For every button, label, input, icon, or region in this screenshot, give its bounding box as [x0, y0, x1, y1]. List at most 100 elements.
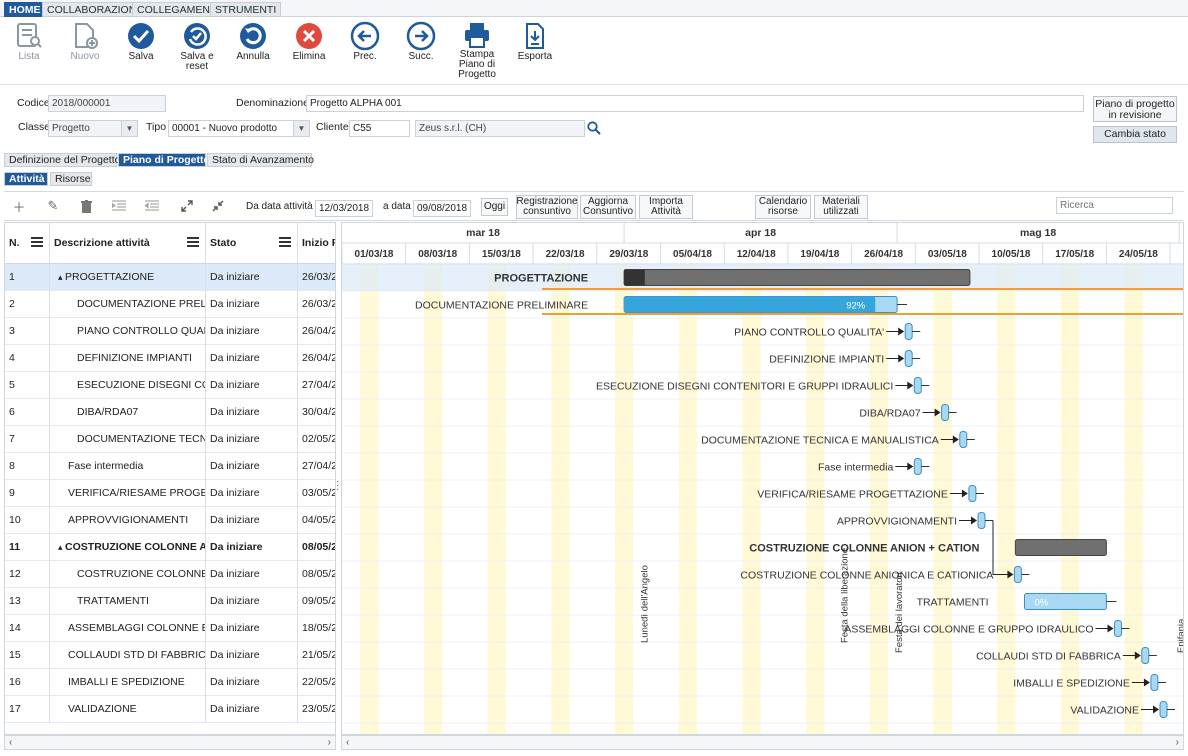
table-row[interactable]: 15 COLLAUDI STD DI FABBRICA Da iniziare 21/… [5, 642, 335, 669]
summary-bar[interactable] [623, 269, 971, 286]
table-row[interactable]: 5 ESECUZIONE DISEGNI CONTE Da iniziare 27/0… [5, 372, 335, 399]
cell-n-text: 14 [9, 622, 21, 634]
salva-reset-button[interactable]: Salva e reset [170, 20, 224, 72]
main-toolbar: Lista Nuovo Salva Salva e reset Annulla … [0, 17, 1188, 85]
milestone-bar[interactable] [913, 377, 922, 394]
col-n[interactable]: N. [5, 223, 50, 263]
column-menu-icon[interactable] [279, 237, 291, 247]
weekend-band [615, 264, 625, 734]
scroll-left-icon[interactable]: ‹ [346, 737, 349, 748]
tab-strumenti[interactable]: STRUMENTI [210, 2, 282, 17]
table-row[interactable]: 12 COSTRUZIONE COLONNE AN Da iniziare 08/05… [5, 561, 335, 588]
splitter-handle[interactable]: · · · [336, 477, 340, 495]
tab-piano[interactable]: Piano di Progetto [118, 153, 210, 167]
outdent-icon[interactable] [143, 197, 161, 215]
table-row[interactable]: 3 PIANO CONTROLLO QUALITÀ Da iniziare 26/04… [5, 318, 335, 345]
esporta-button[interactable]: Esporta [508, 20, 562, 62]
cell-stato-text: Da iniziare [210, 514, 260, 526]
da-data-field[interactable]: 12/03/2018 [315, 200, 373, 217]
cell-descrizione-text: DOCUMENTAZIONE PRELIMI [77, 298, 206, 310]
tab-definizione[interactable]: Definizione del Progetto [4, 153, 121, 167]
cell-descrizione-text: DIBA/RDA07 [77, 406, 139, 418]
annulla-button[interactable]: Annulla [226, 20, 280, 62]
table-row[interactable]: 2 DOCUMENTAZIONE PRELIMI Da iniziare 26/03/… [5, 291, 335, 318]
codice-field[interactable]: 2018/000001 [48, 95, 166, 112]
tab-home[interactable]: HOME [4, 2, 46, 17]
milestone-bar[interactable] [1114, 620, 1122, 637]
indent-icon[interactable] [110, 197, 128, 215]
classe-select[interactable]: Progetto ▼ [48, 120, 138, 137]
tab-risorse[interactable]: Risorse [50, 172, 92, 186]
elimina-button[interactable]: Elimina [282, 20, 336, 62]
milestone-bar[interactable] [959, 431, 968, 448]
column-menu-icon[interactable] [31, 237, 43, 247]
registrazione-consuntivo-button[interactable]: Registrazione consuntivo [516, 195, 578, 219]
cell-n: 11 [5, 534, 50, 561]
salva-button[interactable]: Salva [114, 20, 168, 62]
aggiorna-consuntivo-button[interactable]: Aggiorna Consuntivo [580, 195, 636, 219]
scroll-left-icon[interactable]: ‹ [9, 737, 12, 748]
gantt-scrollbar[interactable]: ‹ › [341, 735, 1184, 750]
col-descrizione[interactable]: Descrizione attività [50, 223, 206, 263]
col-stato[interactable]: Stato [206, 223, 298, 263]
collapse-toggle-icon[interactable]: ▴ [58, 272, 65, 282]
denominazione-field[interactable]: Progetto ALPHA 001 [306, 95, 1084, 112]
cliente-code-field[interactable]: C55 [349, 120, 410, 137]
expand-icon[interactable] [178, 197, 196, 215]
materiali-utilizzati-button[interactable]: Materiali utilizzati [814, 195, 868, 219]
week-label: 17/05/18 [1055, 249, 1094, 260]
succ-button[interactable]: Succ. [394, 20, 448, 62]
lista-button[interactable]: Lista [2, 20, 56, 62]
grid-scrollbar[interactable]: ‹ › [4, 735, 336, 750]
column-menu-icon[interactable] [187, 237, 199, 247]
milestone-bar[interactable] [904, 350, 913, 367]
stampa-button[interactable]: Stampa Piano di Progetto [450, 20, 504, 80]
table-row[interactable]: 4 DEFINIZIONE IMPIANTI Da iniziare 26/04/2 [5, 345, 335, 372]
milestone-bar[interactable] [977, 512, 986, 529]
search-icon[interactable] [587, 121, 601, 138]
milestone-bar[interactable] [1150, 674, 1159, 691]
tab-stato-avanzamento[interactable]: Stato di Avanzamento [207, 153, 314, 167]
table-row[interactable]: 16 IMBALLI E SPEDIZIONE Da iniziare 22/05/2 [5, 669, 335, 696]
milestone-bar[interactable] [904, 323, 913, 340]
oggi-button[interactable]: Oggi [481, 198, 508, 216]
table-row[interactable]: 14 ASSEMBLAGGI COLONNE E GRU Da iniziare 18… [5, 615, 335, 642]
table-row[interactable]: 8 Fase intermedia Da iniziare 27/04/2 [5, 453, 335, 480]
cell-stato-text: Da iniziare [210, 703, 260, 715]
milestone-bar[interactable] [1141, 647, 1150, 664]
table-row[interactable]: 1 ▴ PROGETTAZIONE Da iniziare 26/03/2 [5, 264, 335, 291]
lista-label: Lista [18, 51, 40, 62]
cambia-stato-button[interactable]: Cambia stato [1093, 126, 1177, 143]
collapse-toggle-icon[interactable]: ▴ [58, 542, 65, 552]
add-icon[interactable]: ＋ [10, 197, 28, 215]
milestone-bar[interactable] [913, 458, 922, 475]
cell-descrizione-text: COSTRUZIONE COLONNE AN [77, 568, 206, 580]
importa-attivita-button[interactable]: Importa Attività [639, 195, 693, 219]
trash-icon[interactable] [77, 197, 95, 215]
nuovo-button[interactable]: Nuovo [58, 20, 112, 62]
edit-icon[interactable]: ✎ [44, 197, 62, 215]
tipo-select[interactable]: 00001 - Nuovo prodotto ▼ [168, 120, 310, 137]
table-row[interactable]: 6 DIBA/RDA07 Da iniziare 30/04/2 [5, 399, 335, 426]
col-inizio[interactable]: Inizio P [298, 223, 335, 263]
table-row[interactable]: 11 ▴ COSTRUZIONE COLONNE ANIO Da iniziare 0… [5, 534, 335, 561]
a-data-field[interactable]: 09/08/2018 [413, 200, 471, 217]
table-row[interactable]: 10 APPROVVIGIONAMENTI Da iniziare 04/05/2 [5, 507, 335, 534]
summary-bar[interactable] [1014, 539, 1107, 556]
table-row[interactable]: 13 TRATTAMENTI Da iniziare 09/05/2 [5, 588, 335, 615]
milestone-bar[interactable] [968, 485, 977, 502]
scroll-right-icon[interactable]: › [328, 737, 331, 748]
prec-button[interactable]: Prec. [338, 20, 392, 62]
table-row[interactable]: 17 VALIDAZIONE Da iniziare 23/05/2 [5, 696, 335, 723]
milestone-bar[interactable] [941, 404, 950, 421]
calendario-risorse-button[interactable]: Calendario risorse [755, 195, 811, 219]
milestone-bar[interactable] [1013, 566, 1022, 583]
table-row[interactable]: 7 DOCUMENTAZIONE TECNICA Da iniziare 02/05/… [5, 426, 335, 453]
ricerca-input[interactable] [1056, 197, 1173, 214]
collapse-icon[interactable] [209, 197, 227, 215]
scroll-right-icon[interactable]: › [1176, 737, 1179, 748]
status-button[interactable]: Piano di progetto in revisione [1093, 96, 1177, 122]
tab-attivita[interactable]: Attività [4, 172, 48, 186]
milestone-bar[interactable] [1159, 701, 1168, 718]
table-row[interactable]: 9 VERIFICA/RIESAME PROGETTAZ Da iniziare 03… [5, 480, 335, 507]
